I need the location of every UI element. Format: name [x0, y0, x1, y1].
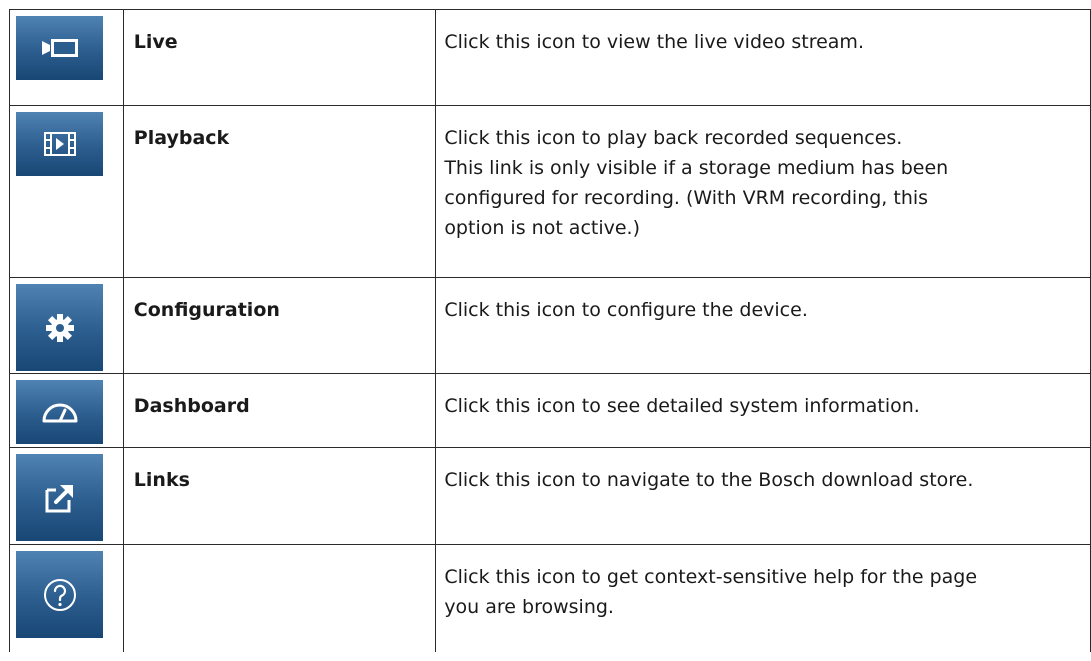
- gear-icon[interactable]: [16, 284, 103, 371]
- icon-cell: [9, 544, 124, 652]
- row-description: Click this icon to configure the device.: [444, 299, 808, 321]
- row-name: Links: [133, 469, 190, 491]
- row-name: Playback: [133, 127, 230, 149]
- row-name: Configuration: [133, 299, 280, 321]
- dashboard-gauge-icon[interactable]: [16, 380, 103, 444]
- name-cell: [122, 544, 437, 652]
- row-name: Dashboard: [133, 395, 250, 417]
- row-description: Click this icon to get context-sensitive…: [444, 566, 978, 618]
- row-description: Click this icon to view the live video s…: [444, 31, 864, 53]
- name-cell: Playback: [122, 105, 437, 278]
- row-description: Click this icon to see detailed system i…: [444, 395, 920, 417]
- icon-reference-table: Live Click this icon to view the live vi…: [9, 9, 1091, 652]
- row-name: Live: [133, 31, 178, 53]
- icon-cell: [9, 373, 124, 448]
- icon-cell: [9, 105, 124, 278]
- icon-cell: [9, 447, 124, 545]
- table-row: Configuration Click this icon to configu…: [9, 277, 1091, 374]
- name-cell: Links: [122, 447, 437, 545]
- name-cell: Configuration: [122, 277, 437, 374]
- description-cell: Click this icon to navigate to the Bosch…: [435, 447, 1091, 545]
- description-cell: Click this icon to play back recorded se…: [435, 105, 1091, 278]
- row-description: Click this icon to play back recorded se…: [444, 127, 949, 239]
- name-cell: Live: [122, 9, 437, 106]
- table-row: Click this icon to get context-sensitive…: [9, 544, 1091, 652]
- table-row: Dashboard Click this icon to see detaile…: [9, 373, 1091, 448]
- help-question-icon[interactable]: [16, 551, 103, 638]
- description-cell: Click this icon to get context-sensitive…: [435, 544, 1091, 652]
- name-cell: Dashboard: [122, 373, 437, 448]
- table-row: Links Click this icon to navigate to the…: [9, 447, 1091, 545]
- row-description: Click this icon to navigate to the Bosch…: [444, 469, 974, 491]
- table-row: Live Click this icon to view the live vi…: [9, 9, 1091, 106]
- icon-cell: [9, 277, 124, 374]
- description-cell: Click this icon to configure the device.: [435, 277, 1091, 374]
- icon-cell: [9, 9, 124, 106]
- playback-icon[interactable]: [16, 112, 103, 176]
- live-video-icon[interactable]: [16, 16, 103, 80]
- description-cell: Click this icon to view the live video s…: [435, 9, 1091, 106]
- table-row: Playback Click this icon to play back re…: [9, 105, 1091, 278]
- external-link-icon[interactable]: [16, 454, 103, 541]
- description-cell: Click this icon to see detailed system i…: [435, 373, 1091, 448]
